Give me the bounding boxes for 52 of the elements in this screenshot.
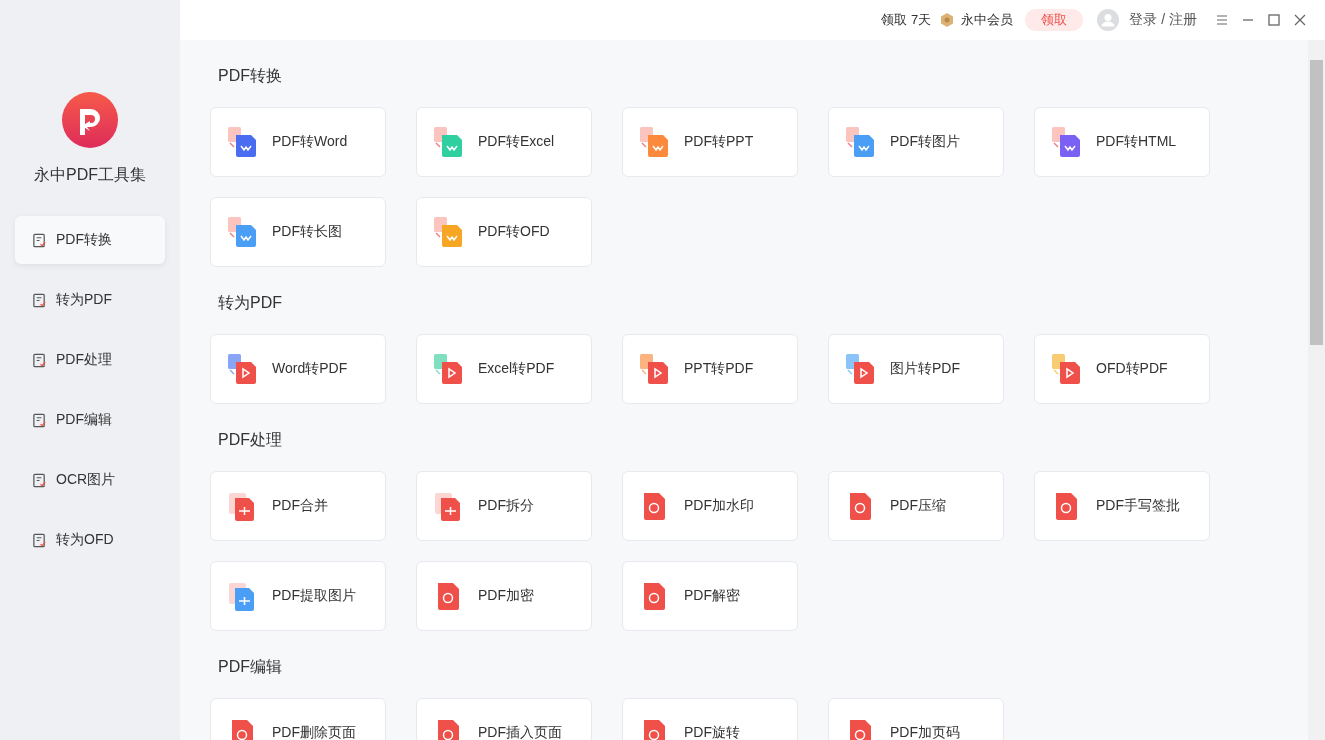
tool-card[interactable]: PDF拆分 xyxy=(416,471,592,541)
tool-card[interactable]: PDF转Word xyxy=(210,107,386,177)
tool-card[interactable]: PDF旋转 xyxy=(622,698,798,740)
user-avatar-icon[interactable] xyxy=(1097,9,1120,31)
document-icon xyxy=(32,532,47,548)
tool-card[interactable]: Excel转PDF xyxy=(416,334,592,404)
tool-card[interactable]: PDF转Excel xyxy=(416,107,592,177)
document-icon xyxy=(32,472,47,488)
tool-card[interactable]: PDF转图片 xyxy=(828,107,1004,177)
maximize-icon[interactable] xyxy=(1267,13,1281,27)
tool-card[interactable]: PDF插入页面 xyxy=(416,698,592,740)
tool-card[interactable]: PDF压缩 xyxy=(828,471,1004,541)
tool-card[interactable]: PDF删除页面 xyxy=(210,698,386,740)
tool-card[interactable]: PPT转PDF xyxy=(622,334,798,404)
tool-card[interactable]: PDF转HTML xyxy=(1034,107,1210,177)
close-icon[interactable] xyxy=(1293,13,1307,27)
app-logo-icon xyxy=(62,92,118,148)
document-icon xyxy=(32,352,47,368)
section-title: PDF转换 xyxy=(218,66,283,86)
tool-card[interactable]: 图片转PDF xyxy=(828,334,1004,404)
sidebar-item[interactable]: 转为OFD xyxy=(15,516,165,564)
login-register-link[interactable]: 登录 / 注册 xyxy=(1129,11,1197,29)
tool-card[interactable]: PDF转长图 xyxy=(210,197,386,267)
sidebar-item[interactable]: PDF编辑 xyxy=(15,396,165,444)
tool-card[interactable]: PDF手写签批 xyxy=(1034,471,1210,541)
trial-offer-text: 领取 7天 xyxy=(881,11,932,29)
sidebar-item[interactable]: PDF转换 xyxy=(15,216,165,264)
tool-card[interactable]: PDF转PPT xyxy=(622,107,798,177)
membership-label: 永中会员 xyxy=(961,11,1014,29)
sidebar-item[interactable]: 转为PDF xyxy=(15,276,165,324)
section-title: 转为PDF xyxy=(218,293,283,313)
tool-card[interactable]: PDF转OFD xyxy=(416,197,592,267)
section-title: PDF编辑 xyxy=(218,657,283,677)
sidebar-item[interactable]: OCR图片 xyxy=(15,456,165,504)
scrollbar-thumb[interactable] xyxy=(1310,60,1323,345)
tool-card[interactable]: Word转PDF xyxy=(210,334,386,404)
sidebar-item[interactable]: PDF处理 xyxy=(15,336,165,384)
document-icon xyxy=(32,292,47,308)
tool-card[interactable]: PDF加页码 xyxy=(828,698,1004,740)
tool-card[interactable]: PDF合并 xyxy=(210,471,386,541)
document-icon xyxy=(32,412,47,428)
menu-icon[interactable] xyxy=(1215,13,1229,27)
medal-icon xyxy=(939,12,956,28)
app-name: 永中PDF工具集 xyxy=(34,165,146,185)
section-title: PDF处理 xyxy=(218,430,283,450)
tool-card[interactable]: PDF加水印 xyxy=(622,471,798,541)
tool-card[interactable]: PDF加密 xyxy=(416,561,592,631)
tool-card[interactable]: OFD转PDF xyxy=(1034,334,1210,404)
document-icon xyxy=(32,232,47,248)
scrollbar[interactable] xyxy=(1308,40,1325,740)
tool-card[interactable]: PDF解密 xyxy=(622,561,798,631)
tool-card[interactable]: PDF提取图片 xyxy=(210,561,386,631)
